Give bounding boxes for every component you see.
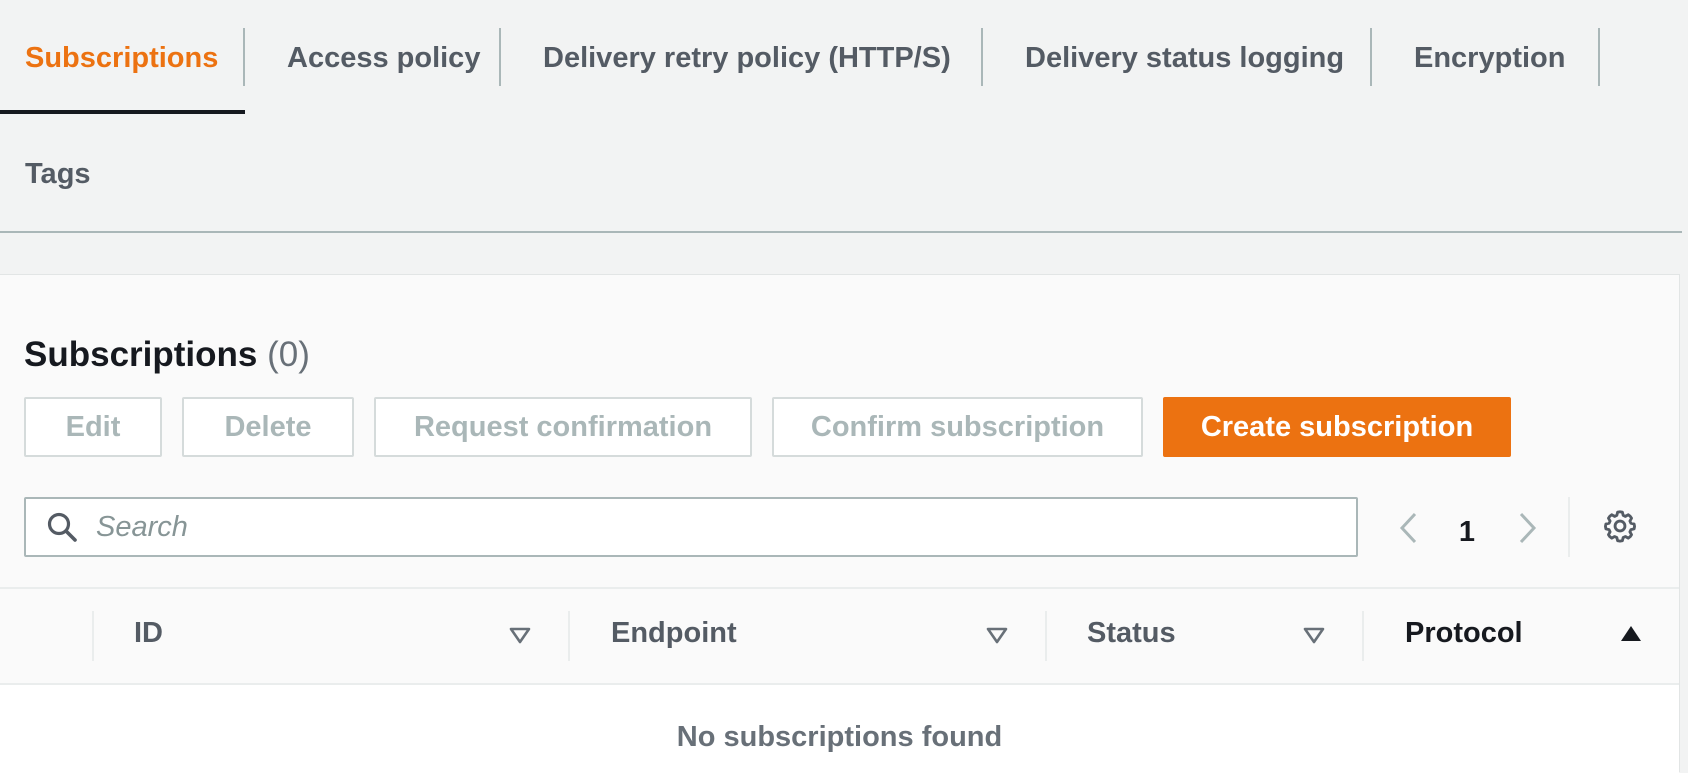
edit-button-label: Edit <box>65 410 121 443</box>
gear-icon[interactable] <box>1602 508 1638 544</box>
page-number[interactable]: 1 <box>1452 507 1482 557</box>
panel-title-text: Subscriptions <box>24 335 258 374</box>
confirm-subscription-label: Confirm subscription <box>810 410 1105 443</box>
tab-label: Access policy <box>287 41 481 74</box>
panel-title: Subscriptions (0) <box>24 335 310 375</box>
sort-icon[interactable] <box>985 626 1009 646</box>
tab-tags[interactable]: Tags <box>0 116 132 232</box>
column-header-protocol[interactable]: Protocol <box>1405 617 1523 650</box>
search-box <box>24 497 1358 557</box>
search-icon <box>47 512 77 542</box>
tab-access-policy[interactable]: Access policy <box>245 0 501 116</box>
search-input[interactable] <box>94 509 1294 545</box>
column-divider <box>92 611 94 661</box>
subscription-count: (0) <box>267 335 310 374</box>
tab-bar: Subscriptions Access policy Delivery ret… <box>0 0 1682 233</box>
tab-label: Delivery status logging <box>1025 41 1345 74</box>
tab-row-2: Tags <box>0 116 132 232</box>
sort-icon[interactable] <box>508 626 532 646</box>
column-header-id[interactable]: ID <box>134 617 163 650</box>
delete-button[interactable]: Delete <box>182 397 354 457</box>
column-divider <box>1362 611 1364 661</box>
tab-delivery-status-logging[interactable]: Delivery status logging <box>983 0 1372 116</box>
column-divider <box>1045 611 1047 661</box>
column-divider <box>568 611 570 661</box>
request-confirmation-label: Request confirmation <box>413 410 713 443</box>
tab-label: Encryption <box>1414 41 1566 74</box>
sort-icon[interactable] <box>1302 626 1326 646</box>
subscriptions-panel: Subscriptions (0) Edit Delete Request co… <box>0 274 1680 773</box>
tab-label: Delivery retry policy (HTTP/S) <box>543 41 951 74</box>
tab-label: Tags <box>25 157 91 190</box>
column-header-status[interactable]: Status <box>1087 617 1176 650</box>
table-body: No subscriptions found <box>0 685 1679 773</box>
edit-button[interactable]: Edit <box>24 397 162 457</box>
create-subscription-button[interactable]: Create subscription <box>1163 397 1511 457</box>
column-header-endpoint[interactable]: Endpoint <box>611 617 737 650</box>
tab-encryption[interactable]: Encryption <box>1372 0 1600 116</box>
confirm-subscription-button[interactable]: Confirm subscription <box>772 397 1143 457</box>
pager-divider <box>1568 497 1570 557</box>
chevron-right-icon[interactable] <box>1514 510 1540 546</box>
tab-subscriptions[interactable]: Subscriptions <box>0 0 245 116</box>
delete-button-label: Delete <box>224 410 312 443</box>
tab-row-1: Subscriptions Access policy Delivery ret… <box>0 0 1600 116</box>
empty-state-message: No subscriptions found <box>676 721 1003 753</box>
create-subscription-label: Create subscription <box>1200 410 1474 443</box>
sort-ascending-icon[interactable] <box>1619 624 1643 644</box>
table-header: ID Endpoint Status Protocol <box>0 587 1679 685</box>
tab-delivery-retry-policy[interactable]: Delivery retry policy (HTTP/S) <box>501 0 983 116</box>
tab-label: Subscriptions <box>25 41 219 74</box>
chevron-left-icon[interactable] <box>1396 510 1422 546</box>
request-confirmation-button[interactable]: Request confirmation <box>374 397 752 457</box>
